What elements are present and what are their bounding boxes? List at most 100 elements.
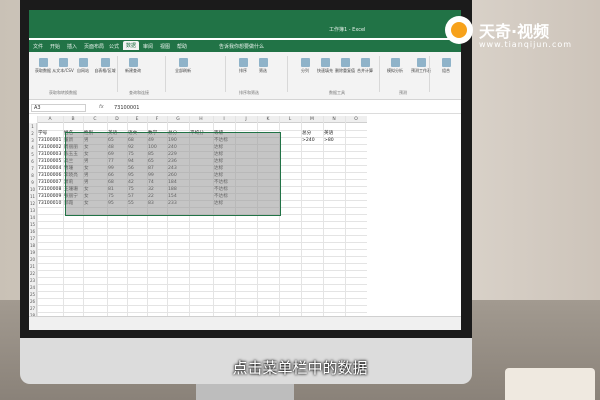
row-header[interactable]: 13 — [29, 207, 37, 214]
row-header[interactable]: 5 — [29, 151, 37, 158]
tab-view[interactable]: 视图 — [160, 43, 170, 50]
row-header[interactable]: 9 — [29, 179, 37, 186]
column-header[interactable]: E — [127, 116, 147, 123]
ribbon-separator — [429, 56, 430, 92]
row-header[interactable]: 15 — [29, 221, 37, 228]
column-header[interactable]: I — [213, 116, 235, 123]
name-box[interactable]: A3 — [31, 104, 86, 112]
grid-row-line — [37, 298, 367, 299]
query-icon — [128, 58, 138, 67]
row-header[interactable]: 14 — [29, 214, 37, 221]
consolidate-button[interactable]: 合并计算 — [351, 58, 379, 74]
table-cell[interactable]: 73100006 — [38, 172, 61, 179]
column-header[interactable]: O — [345, 116, 367, 123]
filter-button[interactable]: 筛选 — [249, 58, 277, 74]
row-header[interactable]: 12 — [29, 200, 37, 207]
row-header[interactable]: 10 — [29, 186, 37, 193]
grid-row-line — [37, 249, 367, 250]
row-header[interactable]: 1 — [29, 123, 37, 130]
row-header[interactable]: 21 — [29, 263, 37, 270]
column-header[interactable]: L — [279, 116, 301, 123]
column-header[interactable]: G — [167, 116, 189, 123]
grid-col-line — [323, 116, 324, 319]
logo-name: 天奇·视频 — [479, 22, 550, 41]
group-button[interactable]: 组合 — [432, 58, 460, 74]
column-header[interactable]: N — [323, 116, 345, 123]
row-header[interactable]: 24 — [29, 284, 37, 291]
tab-review[interactable]: 审阅 — [143, 43, 153, 50]
row-header[interactable]: 25 — [29, 291, 37, 298]
row-header[interactable]: 23 — [29, 277, 37, 284]
selection-range — [65, 132, 281, 216]
tab-file[interactable]: 文件 — [33, 43, 43, 50]
table-cell[interactable]: 73100003 — [38, 151, 61, 158]
table-cell[interactable]: 73100004 — [38, 165, 61, 172]
column-header[interactable]: M — [301, 116, 323, 123]
criteria-value[interactable]: >240 — [302, 137, 315, 144]
tab-home[interactable]: 开始 — [50, 43, 60, 50]
grid-row-line — [37, 242, 367, 243]
row-header[interactable]: 17 — [29, 235, 37, 242]
formula-input[interactable]: 73100001 — [114, 105, 139, 111]
row-header[interactable]: 11 — [29, 193, 37, 200]
column-header[interactable]: H — [189, 116, 213, 123]
forecast-button[interactable]: 预测工作表 — [407, 58, 435, 74]
row-header[interactable]: 19 — [29, 249, 37, 256]
table-cell[interactable]: 73100009 — [38, 193, 61, 200]
tab-insert[interactable]: 插入 — [67, 43, 77, 50]
row-header[interactable]: 22 — [29, 270, 37, 277]
table-header-cell[interactable]: 学号 — [38, 130, 47, 137]
column-header[interactable]: A — [37, 116, 63, 123]
what-if-button[interactable]: 模拟分析 — [381, 58, 409, 74]
row-header[interactable]: 27 — [29, 305, 37, 312]
tell-me-search[interactable]: 告诉我你想要做什么 — [219, 43, 264, 50]
column-header[interactable]: D — [107, 116, 127, 123]
row-header[interactable]: 18 — [29, 242, 37, 249]
group-label-queries: 查询和连接 — [129, 90, 149, 95]
tab-help[interactable]: 帮助 — [177, 43, 187, 50]
excel-window: 工作簿1 - Excel 文件 开始 插入 页面布局 公式 数据 审阅 视图 帮… — [29, 10, 461, 330]
column-header[interactable]: K — [257, 116, 279, 123]
table-cell[interactable]: 73100007 — [38, 179, 61, 186]
row-header[interactable]: 6 — [29, 158, 37, 165]
table-cell[interactable]: 73100005 — [38, 158, 61, 165]
what-if-icon — [390, 58, 400, 67]
row-header[interactable]: 4 — [29, 144, 37, 151]
table-cell[interactable]: 73100008 — [38, 186, 61, 193]
row-header[interactable]: 7 — [29, 165, 37, 172]
column-header[interactable]: B — [63, 116, 83, 123]
row-header[interactable]: 20 — [29, 256, 37, 263]
row-header[interactable]: 2 — [29, 130, 37, 137]
criteria-header[interactable]: 总分 — [302, 130, 311, 137]
tab-formulas[interactable]: 公式 — [109, 43, 119, 50]
flash-fill-icon — [320, 58, 330, 67]
grid-row-line — [37, 312, 367, 313]
consolidate-icon — [360, 58, 370, 67]
from-table-button[interactable]: 自表格/区域 — [91, 58, 119, 74]
criteria-header[interactable]: 英语 — [324, 130, 333, 137]
monitor-stand — [196, 384, 294, 400]
tab-page-layout[interactable]: 页面布局 — [84, 43, 104, 50]
row-header[interactable]: 8 — [29, 172, 37, 179]
sort-icon — [238, 58, 248, 67]
column-header[interactable]: F — [147, 116, 167, 123]
grid-row-line — [37, 228, 367, 229]
logo-icon — [445, 16, 473, 44]
table-cell[interactable]: 73100002 — [38, 144, 61, 151]
column-header[interactable]: C — [83, 116, 107, 123]
fx-icon[interactable]: fx — [99, 104, 104, 110]
brand-logo: 天奇·视频 www.tianqijun.com — [445, 12, 595, 52]
grid-col-line — [301, 116, 302, 319]
refresh-all-button[interactable]: 全部刷新 — [169, 58, 197, 74]
grid-row-line — [37, 305, 367, 306]
column-header[interactable]: J — [235, 116, 257, 123]
row-header[interactable]: 26 — [29, 298, 37, 305]
table-cell[interactable]: 73100010 — [38, 200, 61, 207]
row-header[interactable]: 3 — [29, 137, 37, 144]
table-cell[interactable]: 73100001 — [38, 137, 61, 144]
new-query-button[interactable]: 新建查询 — [119, 58, 147, 74]
row-header[interactable]: 16 — [29, 228, 37, 235]
tab-data[interactable]: 数据 — [123, 41, 140, 50]
criteria-value[interactable]: >80 — [324, 137, 334, 144]
grid-col-line — [345, 116, 346, 319]
